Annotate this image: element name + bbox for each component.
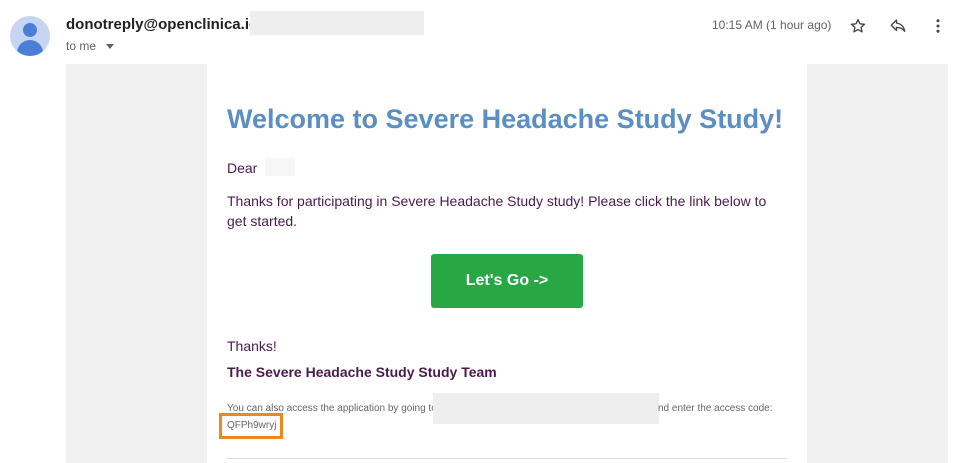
recipient-details-toggle[interactable]: to me (66, 39, 115, 53)
thanks-text: Thanks! (227, 338, 277, 354)
avatar-head (23, 23, 37, 37)
star-icon[interactable] (846, 14, 870, 38)
email-timestamp: 10:15 AM (1 hour ago) (712, 18, 832, 32)
avatar-torso (17, 40, 43, 56)
redacted-access-url (433, 393, 659, 424)
sender-address: donotreply@openclinica.io (66, 16, 259, 33)
signature-text: The Severe Headache Study Study Team (227, 364, 497, 380)
email-body-text: Thanks for participating in Severe Heada… (227, 193, 767, 229)
lets-go-button[interactable]: Let's Go -> (431, 254, 583, 308)
greeting-text: Dear (227, 160, 258, 176)
chevron-down-icon (106, 44, 115, 49)
email-card: Welcome to Severe Headache Study Study! … (207, 64, 807, 463)
access-instructions-end: nd enter the access code: (658, 403, 773, 414)
more-vert-icon[interactable] (926, 14, 950, 38)
footer-divider (227, 458, 787, 459)
email-title: Welcome to Severe Headache Study Study! (227, 104, 784, 134)
redacted-recipient-name (265, 158, 295, 176)
redacted-sender-name (250, 11, 424, 35)
access-code: QFPh9wryj (227, 420, 277, 431)
avatar-icon[interactable] (10, 16, 50, 56)
recipient-label: to me (66, 39, 97, 53)
reply-icon[interactable] (886, 14, 910, 38)
